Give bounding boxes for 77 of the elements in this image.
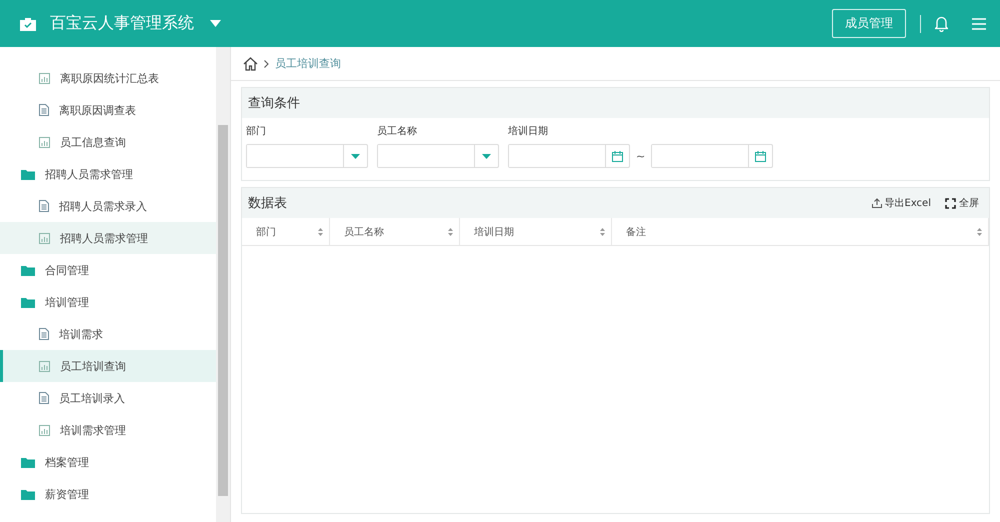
document-icon	[39, 328, 49, 340]
sort-icon[interactable]	[448, 228, 453, 236]
column-header[interactable]: 培训日期	[460, 218, 612, 245]
menu-item[interactable]: 招聘人员需求录入	[0, 190, 216, 222]
folder-icon	[21, 168, 35, 180]
menu-group[interactable]: 合同管理	[0, 254, 216, 286]
scrollbar[interactable]	[216, 47, 230, 522]
chevron-icon	[264, 60, 269, 68]
menu-group[interactable]: 档案管理	[0, 446, 216, 478]
sort-icon[interactable]	[600, 228, 605, 236]
document-icon	[39, 104, 49, 116]
column-header[interactable]: 部门	[242, 218, 330, 245]
menu-label: 员工信息查询	[60, 134, 126, 150]
menu-icon[interactable]	[972, 18, 986, 30]
breadcrumb-link[interactable]: 员工培训查询	[275, 56, 341, 71]
chart-report-icon	[39, 136, 50, 148]
menu-label: 培训需求	[59, 326, 103, 342]
menu-label: 合同管理	[45, 262, 89, 278]
menu-label: 员工培训查询	[60, 358, 126, 374]
chart-report-icon	[39, 72, 50, 84]
document-icon	[39, 392, 49, 404]
range-separator: ~	[636, 150, 646, 162]
caret-icon[interactable]	[210, 20, 221, 27]
menu-label: 培训管理	[45, 294, 89, 310]
menu-item[interactable]: 员工培训查询	[0, 350, 216, 382]
menu-group[interactable]: 薪资管理	[0, 478, 216, 510]
dropdown-field[interactable]	[246, 144, 368, 168]
menu-item[interactable]: 招聘人员需求管理	[0, 222, 216, 254]
menu-label: 离职原因调查表	[59, 102, 136, 118]
chart-report-icon	[39, 232, 50, 244]
column-header[interactable]: 员工名称	[330, 218, 460, 245]
folder-icon	[21, 456, 35, 468]
menu-label: 薪资管理	[45, 486, 89, 502]
export-button[interactable]: 导出Excel	[868, 196, 935, 210]
menu-item[interactable]: 离职原因统计汇总表	[0, 62, 216, 94]
calendar-icon	[612, 150, 623, 162]
bell-icon[interactable]	[935, 16, 948, 32]
briefcase-icon	[20, 16, 36, 30]
document-icon	[39, 200, 49, 212]
upload-icon	[872, 198, 882, 208]
date-field[interactable]	[508, 144, 630, 168]
folder-icon	[21, 264, 35, 276]
home-icon[interactable]	[243, 56, 258, 70]
date-field[interactable]	[651, 144, 774, 168]
caret-icon	[482, 154, 491, 158]
fullscreen-button[interactable]: 全屏	[941, 196, 983, 210]
fullscreen-icon	[945, 198, 956, 208]
menu-label: 培训需求管理	[60, 422, 126, 438]
menu-label: 招聘人员需求管理	[45, 166, 133, 182]
column-header[interactable]: 备注	[612, 218, 989, 245]
dropdown-field[interactable]	[377, 144, 499, 168]
menu-label: 员工培训录入	[59, 390, 125, 406]
menu-label: 档案管理	[45, 454, 89, 470]
folder-icon	[21, 296, 35, 308]
app-title: 百宝云人事管理系统	[50, 13, 194, 34]
folder-icon	[21, 488, 35, 500]
field-label: 部门	[246, 124, 267, 138]
panel-title: 数据表	[248, 195, 287, 212]
menu-item[interactable]: 离职原因调查表	[0, 94, 216, 126]
field-label: 员工名称	[377, 125, 418, 138]
panel-title: 查询条件	[248, 95, 300, 112]
menu-item[interactable]: 员工信息查询	[0, 126, 216, 158]
sort-icon[interactable]	[977, 228, 982, 236]
sort-icon[interactable]	[318, 228, 323, 236]
caret-icon	[351, 154, 360, 158]
field-label: 培训日期	[508, 124, 549, 138]
calendar-icon	[755, 150, 766, 162]
menu-group[interactable]: 培训管理	[0, 286, 216, 318]
menu-group[interactable]: 招聘人员需求管理	[0, 158, 216, 190]
chart-report-icon	[39, 360, 50, 372]
chart-report-icon	[39, 424, 50, 436]
menu-item[interactable]: 员工培训录入	[0, 382, 216, 414]
menu-item[interactable]: 培训需求	[0, 318, 216, 350]
menu-label: 招聘人员需求录入	[59, 198, 147, 214]
menu-item[interactable]: 培训需求管理	[0, 414, 216, 446]
menu-label: 招聘人员需求管理	[60, 230, 148, 246]
menu-label: 离职原因统计汇总表	[60, 70, 159, 86]
